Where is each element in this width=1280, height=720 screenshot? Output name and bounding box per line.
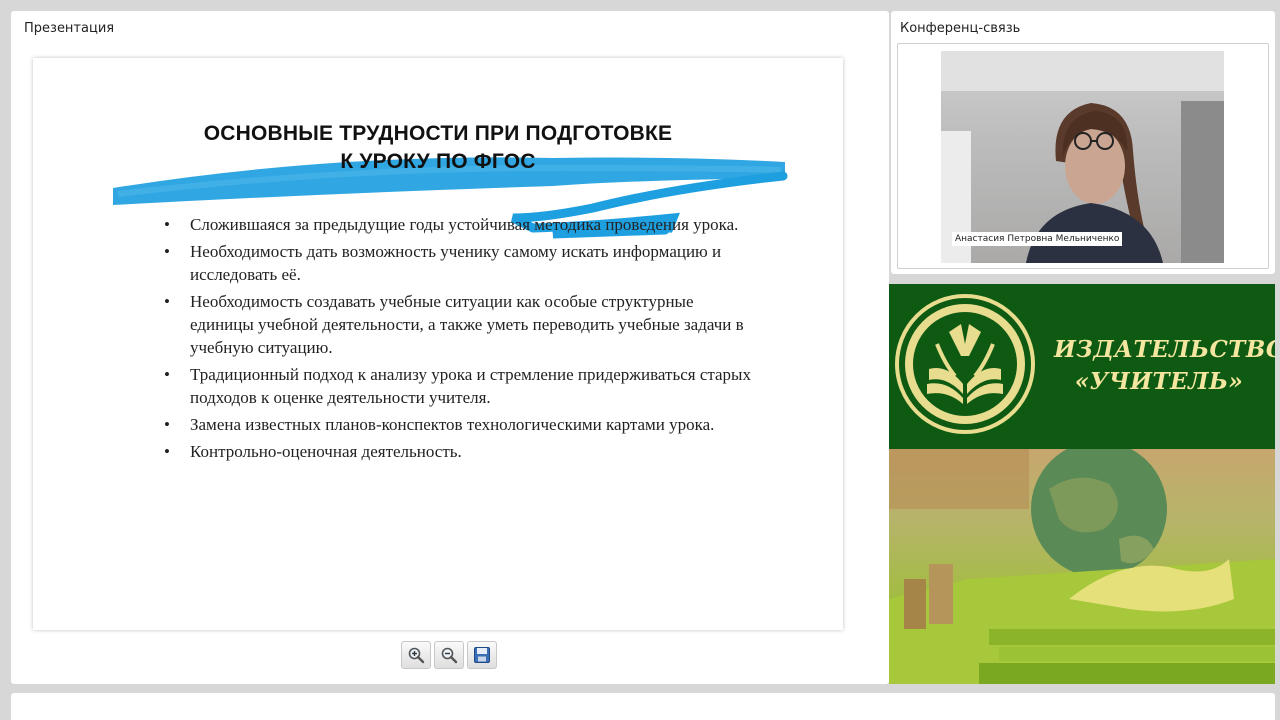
- zoom-in-icon: [408, 647, 425, 664]
- bullet-item: • Традиционный подход к анализу урока и с…: [164, 363, 754, 409]
- publisher-name-line-1: ИЗДАТЕЛЬСТВО: [1054, 336, 1275, 363]
- publisher-banner: ИЗДАТЕЛЬСТВО «УЧИТЕЛЬ»: [889, 284, 1275, 684]
- banner-top: ИЗДАТЕЛЬСТВО «УЧИТЕЛЬ»: [889, 284, 1275, 449]
- participant-name-label: Анастасия Петровна Мельниченко: [952, 232, 1123, 246]
- zoom-out-button[interactable]: [434, 641, 464, 669]
- bullet-symbol: •: [164, 415, 170, 434]
- banner-books-globe-image: [889, 441, 1275, 684]
- presentation-panel-title: Презентация: [24, 21, 115, 36]
- slide-canvas: ОСНОВНЫЕ ТРУДНОСТИ ПРИ ПОДГОТОВКЕ К УРОК…: [33, 58, 843, 630]
- open-book-tulip-logo-icon: [895, 294, 1035, 434]
- slide-toolbar: [401, 641, 497, 671]
- bullet-symbol: •: [164, 242, 170, 261]
- video-frame: Анастасия Петровна Мельниченко: [897, 43, 1269, 269]
- bullet-symbol: •: [164, 442, 170, 461]
- bullet-symbol: •: [164, 365, 170, 384]
- publisher-name-line-2: «УЧИТЕЛЬ»: [1074, 368, 1244, 395]
- bullet-text: Необходимость создавать учебные ситуации…: [190, 292, 744, 357]
- bullet-item: • Необходимость создавать учебные ситуаци…: [164, 290, 754, 359]
- bullet-symbol: •: [164, 215, 170, 234]
- bullet-text: Необходимость дать возможность ученику с…: [190, 242, 722, 284]
- bullet-text: Замена известных планов-конспектов техно…: [190, 415, 715, 434]
- conference-panel-title: Конференц-связь: [900, 21, 1021, 36]
- bullet-item: • Сложившаяся за предыдущие годы устойчив…: [164, 213, 754, 236]
- zoom-out-icon: [441, 647, 458, 664]
- bullet-text: Сложившаяся за предыдущие годы устойчива…: [190, 215, 739, 234]
- bullet-text: Традиционный подход к анализу урока и ст…: [190, 365, 751, 407]
- slide-title-line-1: ОСНОВНЫЕ ТРУДНОСТИ ПРИ ПОДГОТОВКЕ: [203, 122, 673, 145]
- presentation-panel: Презентация ОСНОВНЫЕ ТРУДНОСТИ ПРИ ПОДГО…: [11, 11, 889, 684]
- bottom-bar: [11, 693, 1275, 720]
- bullet-symbol: •: [164, 292, 170, 311]
- bullet-text: Контрольно-оценочная деятельность.: [190, 442, 462, 461]
- slide-bullet-list: • Сложившаяся за предыдущие годы устойчив…: [164, 213, 754, 467]
- slide-title-line-2: К УРОКУ ПО ФГОС: [340, 150, 536, 173]
- save-button[interactable]: [467, 641, 497, 669]
- floppy-disk-icon: [474, 647, 490, 663]
- bullet-item: • Замена известных планов-конспектов техн…: [164, 413, 754, 436]
- bullet-item: • Контрольно-оценочная деятельность.: [164, 440, 754, 463]
- bullet-item: • Необходимость дать возможность ученику …: [164, 240, 754, 286]
- conference-panel: Конференц-связь Анастасия Петровна Мельн…: [891, 11, 1275, 274]
- zoom-in-button[interactable]: [401, 641, 431, 669]
- globe-and-books-illustration: [889, 441, 1275, 684]
